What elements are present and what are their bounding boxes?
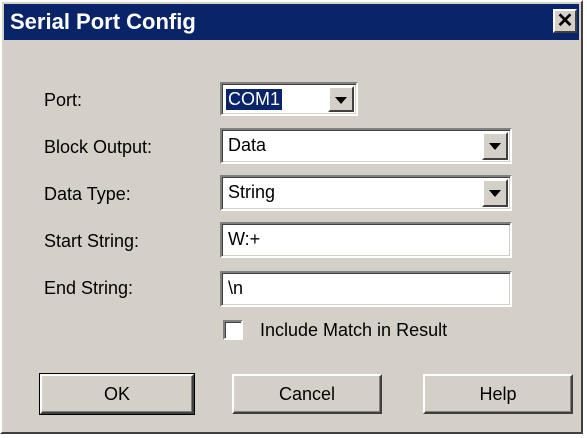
start-string-label: Start String: [44,231,140,251]
end-string-label: End String: [44,278,134,298]
data-type-label: Data Type: [44,184,131,204]
data-type-value: String [228,182,276,202]
close-button[interactable]: ✕ [553,9,577,33]
ok-button[interactable]: OK [39,373,195,415]
close-icon: ✕ [556,10,574,32]
port-select[interactable]: COM1 [220,82,358,116]
end-string-input[interactable]: \n [220,271,512,307]
port-value: COM1 [226,89,283,110]
title-bar[interactable]: Serial Port Config ✕ [4,4,579,40]
block-output-dropdown-button[interactable] [482,132,508,160]
block-output-value: Data [228,135,267,155]
port-label: Port: [44,90,83,110]
end-string-value: \n [228,278,244,298]
include-match-checkbox[interactable] [223,320,243,340]
include-match-label[interactable]: Include Match in Result [260,320,447,341]
port-dropdown-button[interactable] [328,86,354,112]
cancel-button[interactable]: Cancel [232,374,382,414]
data-type-select[interactable]: String [220,175,512,211]
help-button[interactable]: Help [423,374,573,414]
serial-port-config-dialog: Serial Port Config ✕ Port: COM1 Block Ou… [0,0,583,434]
block-output-label: Block Output: [44,137,153,157]
window-title: Serial Port Config [10,9,196,34]
start-string-value: W:+ [228,229,261,249]
data-type-dropdown-button[interactable] [482,179,508,207]
block-output-select[interactable]: Data [220,128,512,164]
start-string-input[interactable]: W:+ [220,222,512,258]
